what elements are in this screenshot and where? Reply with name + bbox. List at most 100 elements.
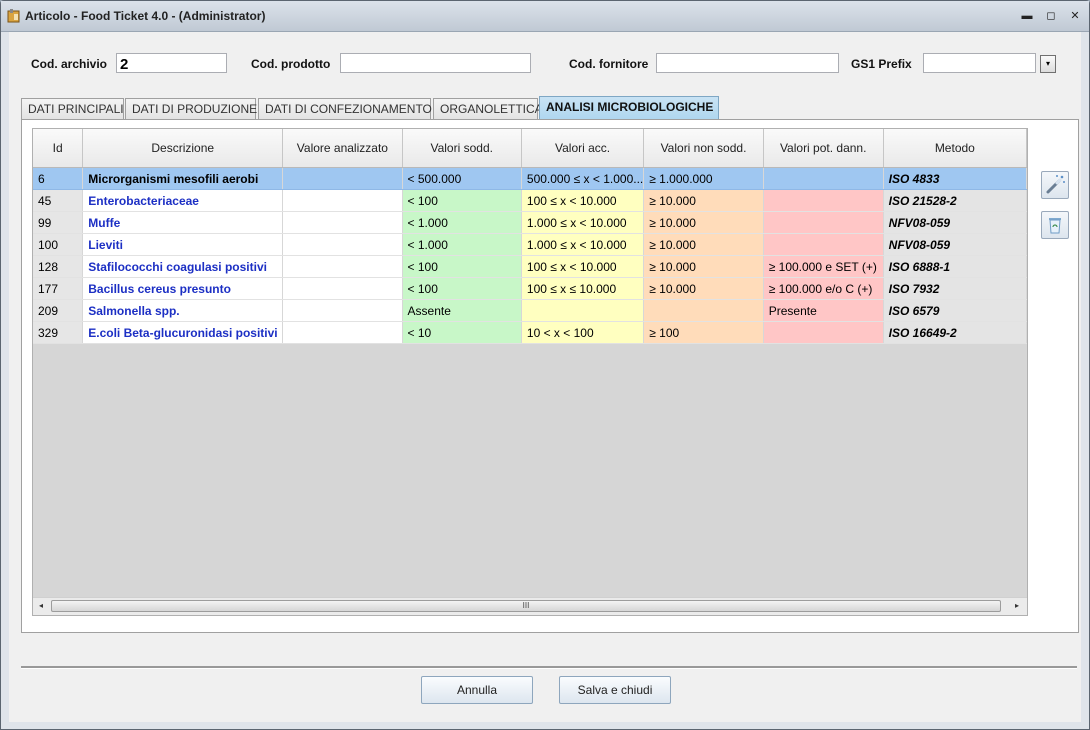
- cell-nonsodd[interactable]: ≥ 10.000: [643, 211, 764, 234]
- cell-met[interactable]: ISO 6888-1: [883, 255, 1027, 278]
- cell-desc[interactable]: Microrganismi mesofili aerobi: [82, 167, 284, 190]
- cell-id[interactable]: 177: [33, 277, 84, 300]
- cell-met[interactable]: ISO 16649-2: [883, 321, 1027, 344]
- cell-desc[interactable]: Enterobacteriaceae: [82, 189, 284, 212]
- column-header-valori-acc[interactable]: Valori acc.: [521, 129, 645, 168]
- cell-sodd[interactable]: < 10: [402, 321, 522, 344]
- cod-archivio-field[interactable]: 2: [116, 53, 227, 73]
- tab-organolettica[interactable]: ORGANOLETTICA: [433, 98, 543, 119]
- cell-sodd[interactable]: Assente: [402, 299, 522, 322]
- title-bar[interactable]: Articolo - Food Ticket 4.0 - (Administra…: [1, 1, 1089, 32]
- tab-dati-principali[interactable]: DATI PRINCIPALI: [21, 98, 124, 119]
- table-row[interactable]: 177 Bacillus cereus presunto < 100 100 ≤ x …: [33, 277, 1027, 300]
- column-header-metodo[interactable]: Metodo: [883, 129, 1027, 168]
- cell-sodd[interactable]: < 1.000: [402, 211, 522, 234]
- cell-acc[interactable]: 100 ≤ x < 10.000: [521, 189, 645, 212]
- cell-desc[interactable]: E.coli Beta-glucuronidasi positivi: [82, 321, 284, 344]
- cell-dann[interactable]: ≥ 100.000 e SET (+): [763, 255, 884, 278]
- cell-dann[interactable]: [763, 189, 884, 212]
- cell-id[interactable]: 45: [33, 189, 84, 212]
- cell-id[interactable]: 99: [33, 211, 84, 234]
- tab-dati-di-produzione[interactable]: DATI DI PRODUZIONE: [125, 98, 257, 119]
- cell-val[interactable]: [282, 233, 403, 256]
- cell-val[interactable]: [282, 321, 403, 344]
- gs1-prefix-field[interactable]: [923, 53, 1036, 73]
- table-row[interactable]: 329 E.coli Beta-glucuronidasi positivi < 1…: [33, 321, 1027, 344]
- cell-nonsodd[interactable]: ≥ 1.000.000: [643, 167, 764, 190]
- cell-desc[interactable]: Lieviti: [82, 233, 284, 256]
- cell-desc[interactable]: Salmonella spp.: [82, 299, 284, 322]
- scroll-right-icon[interactable]: ▸: [1011, 600, 1023, 612]
- cell-nonsodd[interactable]: [643, 299, 764, 322]
- cod-prodotto-field[interactable]: [340, 53, 531, 73]
- table-row[interactable]: 45 Enterobacteriaceae < 100 100 ≤ x < 10.00…: [33, 189, 1027, 212]
- cell-id[interactable]: 329: [33, 321, 84, 344]
- cell-dann[interactable]: Presente: [763, 299, 884, 322]
- cell-nonsodd[interactable]: ≥ 10.000: [643, 233, 764, 256]
- cell-val[interactable]: [282, 167, 403, 190]
- recycle-button[interactable]: [1041, 211, 1069, 239]
- column-header-valori-pot-dann[interactable]: Valori pot. dann.: [763, 129, 884, 168]
- cell-acc[interactable]: 100 ≤ x ≤ 10.000: [521, 277, 645, 300]
- annulla-button[interactable]: Annulla: [421, 676, 533, 704]
- cell-met[interactable]: ISO 7932: [883, 277, 1027, 300]
- cell-acc[interactable]: 500.000 ≤ x < 1.000...: [521, 167, 645, 190]
- tab-dati-di-confezionamento[interactable]: DATI DI CONFEZIONAMENTO: [258, 98, 432, 119]
- cell-id[interactable]: 128: [33, 255, 84, 278]
- maximize-button[interactable]: ◻: [1043, 9, 1059, 23]
- table-row[interactable]: 209 Salmonella spp. Assente Presente ISO 657…: [33, 299, 1027, 322]
- close-button[interactable]: ✕: [1067, 9, 1083, 23]
- cell-id[interactable]: 6: [33, 167, 84, 190]
- cell-val[interactable]: [282, 189, 403, 212]
- cell-id[interactable]: 209: [33, 299, 84, 322]
- column-header-id[interactable]: Id: [33, 129, 84, 168]
- cell-val[interactable]: [282, 255, 403, 278]
- cell-met[interactable]: ISO 21528-2: [883, 189, 1027, 212]
- horizontal-scrollbar[interactable]: ◂ III ▸: [33, 597, 1027, 615]
- cell-met[interactable]: NFV08-059: [883, 233, 1027, 256]
- cell-val[interactable]: [282, 277, 403, 300]
- scroll-left-icon[interactable]: ◂: [35, 600, 47, 612]
- table-row[interactable]: 6 Microrganismi mesofili aerobi < 500.000 5…: [33, 167, 1027, 190]
- cell-dann[interactable]: [763, 233, 884, 256]
- column-header-descrizione[interactable]: Descrizione: [82, 129, 284, 168]
- gs1-prefix-dropdown-button[interactable]: ▾: [1040, 55, 1056, 73]
- cell-sodd[interactable]: < 500.000: [402, 167, 522, 190]
- cell-sodd[interactable]: < 100: [402, 255, 522, 278]
- table-row[interactable]: 128 Stafilococchi coagulasi positivi < 100…: [33, 255, 1027, 278]
- table-row[interactable]: 99 Muffe < 1.000 1.000 ≤ x < 10.000 ≥ 10.000…: [33, 211, 1027, 234]
- cell-dann[interactable]: [763, 211, 884, 234]
- cell-acc[interactable]: [521, 299, 645, 322]
- cell-met[interactable]: NFV08-059: [883, 211, 1027, 234]
- cell-dann[interactable]: [763, 321, 884, 344]
- cell-nonsodd[interactable]: ≥ 10.000: [643, 189, 764, 212]
- cell-dann[interactable]: ≥ 100.000 e/o C (+): [763, 277, 884, 300]
- tab-analisi-microbiologiche[interactable]: ANALISI MICROBIOLOGICHE: [539, 96, 719, 120]
- analysis-grid[interactable]: Id Descrizione Valore analizzato Valori …: [32, 128, 1028, 616]
- column-header-valori-non-sodd[interactable]: Valori non sodd.: [643, 129, 764, 168]
- cell-acc[interactable]: 100 ≤ x < 10.000: [521, 255, 645, 278]
- cell-desc[interactable]: Bacillus cereus presunto: [82, 277, 284, 300]
- cod-fornitore-field[interactable]: [656, 53, 839, 73]
- cell-sodd[interactable]: < 1.000: [402, 233, 522, 256]
- cell-val[interactable]: [282, 299, 403, 322]
- cell-nonsodd[interactable]: ≥ 10.000: [643, 255, 764, 278]
- cell-val[interactable]: [282, 211, 403, 234]
- cell-acc[interactable]: 10 < x < 100: [521, 321, 645, 344]
- cell-dann[interactable]: [763, 167, 884, 190]
- column-header-valori-sodd[interactable]: Valori sodd.: [402, 129, 522, 168]
- cell-acc[interactable]: 1.000 ≤ x < 10.000: [521, 211, 645, 234]
- wizard-button[interactable]: [1041, 171, 1069, 199]
- table-row[interactable]: 100 Lieviti < 1.000 1.000 ≤ x < 10.000 ≥ 10.…: [33, 233, 1027, 256]
- column-header-valore-analizzato[interactable]: Valore analizzato: [282, 129, 403, 168]
- salva-e-chiudi-button[interactable]: Salva e chiudi: [559, 676, 671, 704]
- cell-nonsodd[interactable]: ≥ 100: [643, 321, 764, 344]
- scrollbar-thumb[interactable]: III: [51, 600, 1001, 612]
- cell-desc[interactable]: Muffe: [82, 211, 284, 234]
- cell-met[interactable]: ISO 6579: [883, 299, 1027, 322]
- cell-desc[interactable]: Stafilococchi coagulasi positivi: [82, 255, 284, 278]
- cell-id[interactable]: 100: [33, 233, 84, 256]
- cell-sodd[interactable]: < 100: [402, 189, 522, 212]
- cell-sodd[interactable]: < 100: [402, 277, 522, 300]
- cell-acc[interactable]: 1.000 ≤ x < 10.000: [521, 233, 645, 256]
